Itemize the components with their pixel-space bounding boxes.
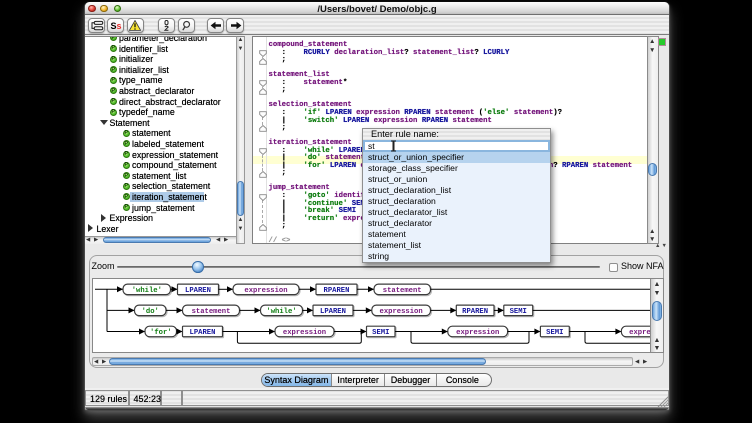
svg-text:'do': 'do': [142, 308, 159, 316]
svg-text:'while': 'while': [132, 287, 162, 295]
svg-text:SEMI: SEMI: [372, 329, 389, 337]
svg-text:expression: expression: [380, 308, 423, 316]
svg-text:expression: expression: [456, 329, 499, 337]
svg-text:LPAREN: LPAREN: [185, 287, 211, 295]
svg-text:statement: statement: [192, 308, 231, 316]
svg-text:'while': 'while': [266, 308, 296, 316]
svg-text:expression: expression: [244, 287, 287, 295]
svg-text:expression: expression: [629, 329, 650, 337]
svg-text:LPAREN: LPAREN: [320, 308, 346, 316]
svg-text:statement: statement: [383, 287, 422, 295]
svg-text:LPAREN: LPAREN: [190, 329, 216, 337]
svg-text:RPAREN: RPAREN: [324, 287, 350, 295]
svg-text:SEMI: SEMI: [510, 308, 527, 316]
svg-text:'for': 'for': [150, 329, 172, 337]
svg-text:RPAREN: RPAREN: [462, 308, 488, 316]
svg-text:expression: expression: [283, 329, 326, 337]
svg-text:SEMI: SEMI: [546, 329, 563, 337]
